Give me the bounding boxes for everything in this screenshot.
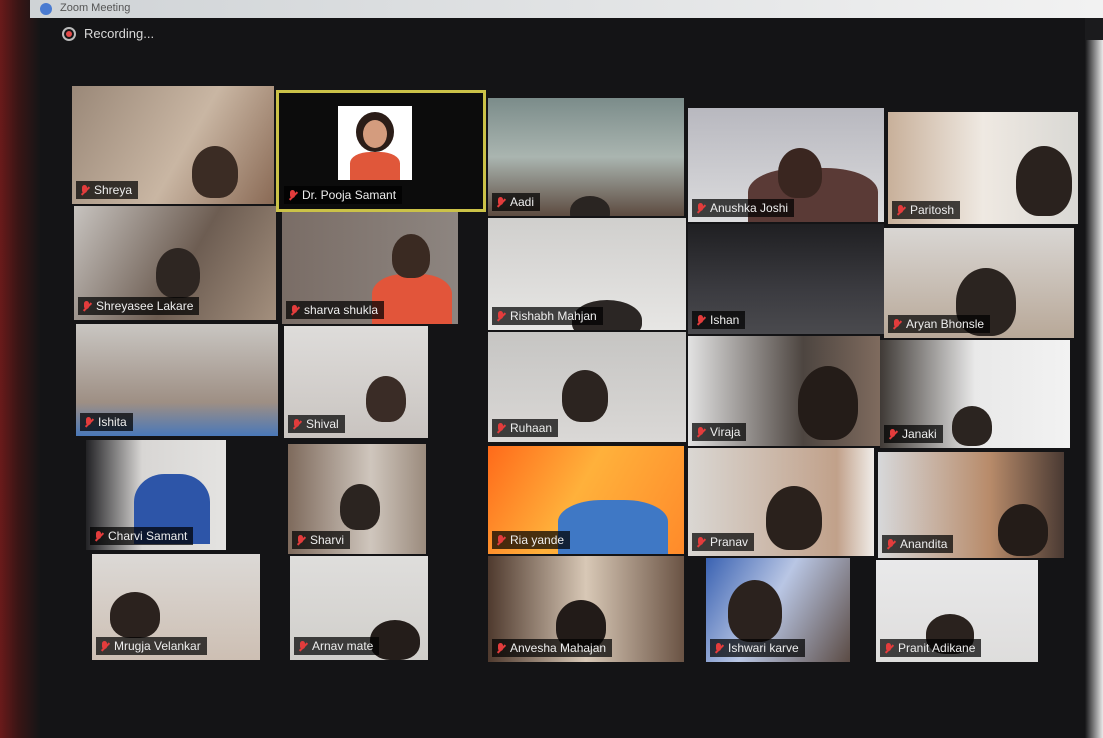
mic-muted-icon (696, 426, 705, 438)
participant-name: Pranit Adikane (880, 639, 982, 657)
window-title: Zoom Meeting (60, 2, 131, 14)
mic-muted-icon (896, 204, 905, 216)
participant-name: Arnav mate (294, 637, 380, 655)
video-tile[interactable]: Ishita (76, 324, 278, 436)
video-tile[interactable]: Mrugja Velankar (92, 554, 260, 660)
mic-muted-icon (100, 640, 109, 652)
mic-muted-icon (696, 202, 705, 214)
mic-muted-icon (296, 534, 305, 546)
participant-name: Ishan (692, 311, 746, 329)
monitor-bezel-right (1085, 40, 1103, 738)
mic-muted-icon (696, 314, 705, 326)
mic-muted-icon (94, 530, 103, 542)
video-tile[interactable]: sharva shukla (282, 212, 458, 324)
participant-name: Charvi Samant (90, 527, 194, 545)
mic-muted-icon (892, 318, 901, 330)
video-tile-active-speaker[interactable]: Dr. Pooja Samant (276, 90, 486, 212)
video-tile[interactable]: Rishabh Mahjan (488, 218, 686, 330)
video-tile[interactable]: Aryan Bhonsle (884, 228, 1074, 338)
profile-picture (338, 106, 412, 180)
participant-name: Aryan Bhonsle (888, 315, 991, 333)
window-titlebar: Zoom Meeting (30, 0, 1103, 18)
participant-name: Anushka Joshi (692, 199, 795, 217)
participant-name: Shreyasee Lakare (78, 297, 200, 315)
mic-muted-icon (298, 640, 307, 652)
video-tile[interactable]: Anvesha Mahajan (488, 556, 684, 662)
participant-name: Ria yande (492, 531, 571, 549)
video-tile[interactable]: Anushka Joshi (688, 108, 884, 222)
video-tile[interactable]: Arnav mate (290, 556, 428, 660)
video-tile[interactable]: Pranit Adikane (876, 560, 1038, 662)
video-tile[interactable]: Ishan (688, 224, 884, 334)
mic-muted-icon (496, 196, 505, 208)
participant-name: Aadi (492, 193, 541, 211)
video-tile[interactable]: Viraja (688, 336, 880, 446)
zoom-app-icon (40, 3, 52, 15)
participant-name: Shival (288, 415, 345, 433)
participant-name: sharva shukla (286, 301, 385, 319)
video-tile[interactable]: Paritosh (888, 112, 1078, 224)
video-tile[interactable]: Ishwari karve (706, 558, 850, 662)
mic-muted-icon (288, 189, 297, 201)
participant-name: Janaki (884, 425, 943, 443)
video-tile[interactable]: Charvi Samant (86, 440, 226, 550)
video-tile[interactable]: Shival (284, 326, 428, 438)
participant-name: Anandita (882, 535, 954, 553)
participant-name: Sharvi (292, 531, 351, 549)
participant-name: Ishita (80, 413, 133, 431)
mic-muted-icon (290, 304, 299, 316)
video-tile[interactable]: Shreyasee Lakare (74, 206, 276, 320)
recording-indicator[interactable]: Recording... (62, 26, 154, 41)
mic-muted-icon (696, 536, 705, 548)
participant-name: Rishabh Mahjan (492, 307, 603, 325)
video-tile[interactable]: Anandita (878, 452, 1064, 558)
mic-muted-icon (82, 300, 91, 312)
participant-name: Anvesha Mahajan (492, 639, 613, 657)
participant-name: Dr. Pooja Samant (284, 186, 403, 204)
mic-muted-icon (292, 418, 301, 430)
mic-muted-icon (496, 422, 505, 434)
participant-name: Paritosh (892, 201, 961, 219)
monitor-bezel (0, 0, 40, 738)
participant-name: Shreya (76, 181, 139, 199)
mic-muted-icon (496, 534, 505, 546)
video-tile[interactable]: Ruhaan (488, 332, 686, 442)
video-tile[interactable]: Ria yande (488, 446, 684, 554)
mic-muted-icon (496, 310, 505, 322)
participant-name: Mrugja Velankar (96, 637, 207, 655)
recording-label: Recording... (84, 26, 155, 41)
mic-muted-icon (714, 642, 723, 654)
mic-muted-icon (888, 428, 897, 440)
participant-name: Viraja (692, 423, 747, 441)
mic-muted-icon (886, 538, 895, 550)
video-tile[interactable]: Janaki (880, 340, 1070, 448)
participant-name: Ishwari karve (710, 639, 805, 657)
mic-muted-icon (496, 642, 505, 654)
video-tile[interactable]: Sharvi (288, 444, 426, 554)
video-tile[interactable]: Pranav (688, 448, 874, 556)
participant-name: Ruhaan (492, 419, 559, 437)
record-icon (62, 26, 76, 41)
mic-muted-icon (80, 184, 89, 196)
participant-name: Pranav (692, 533, 755, 551)
video-tile[interactable]: Aadi (488, 98, 684, 216)
mic-muted-icon (884, 642, 893, 654)
mic-muted-icon (84, 416, 93, 428)
video-tile[interactable]: Shreya (72, 86, 274, 204)
